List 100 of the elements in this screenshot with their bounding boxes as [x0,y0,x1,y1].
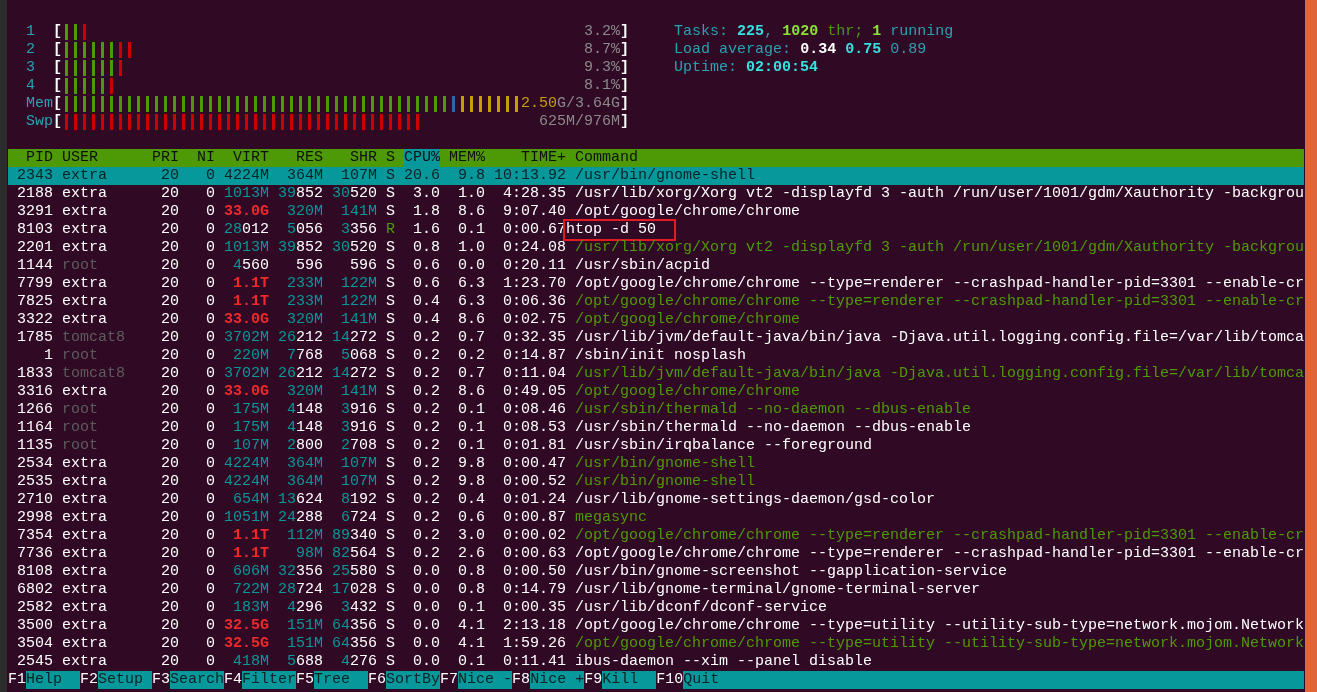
priority-cell-text: 20 [160,599,179,617]
process-row[interactable]: 1266 root 20 0 175M 4148 3916 S 0.2 0.1 0:08.46 /usr/sbin/thermald --no-daemon --dbus-enable [8,401,1305,419]
nice-cell-text: 0 [205,617,215,635]
process-row[interactable]: 7825 extra 20 0 1.1T 233M 122M S 0.4 6.3 0:06.36 /opt/google/chrome/chrome --type=renderer --crashpad-handler-pid=3301 --enable-cr [8,293,1305,311]
process-row[interactable]: 2343 extra 20 0 4224M 364M 107M S 20.6 9.8 10:13.92 /usr/bin/gnome-shell [8,167,1305,185]
time-cell-text: 0:08.46 [502,401,566,419]
process-row[interactable]: 3504 extra 20 0 32.5G 151M 64356 S 0.0 4.1 1:59.26 /opt/google/chrome/chrome --type=utility --utility-sub-type=network.mojom.Network [8,635,1305,653]
nice-cell-text: 0 [205,167,215,185]
res-cell-text: 7768 [285,347,323,365]
user-cell-text: extra [62,383,108,401]
virt-cell-text: 1.1T [232,275,269,293]
shr-cell-text: 141M [340,311,377,329]
shr-cell-text: 3916 [339,401,377,419]
time-cell-text: 0:24.08 [502,239,566,257]
mem-cell-text: 9.8 [457,167,485,185]
process-row[interactable]: 3500 extra 20 0 32.5G 151M 64356 S 0.0 4.1 2:13.18 /opt/google/chrome/chrome --type=utility --utility-sub-type=network.mojom.Network [8,617,1305,635]
state-cell: S [386,311,395,329]
cpu-cell-text: 0.0 [412,581,440,599]
column-header[interactable]: SHR [332,149,377,167]
user-cell-text: extra [62,473,108,491]
mem-cell-text: 9.8 [457,455,485,473]
res-cell-text: 320M [286,383,323,401]
process-row[interactable]: 1785 tomcat8 20 0 3702M 26212 14272 S 0.2 0.7 0:32.35 /usr/lib/jvm/default-java/bin/java -Djava.util.logging.config.file=/var/lib/tomca [8,329,1305,347]
process-row[interactable]: 1164 root 20 0 175M 4148 3916 S 0.2 0.1 0:08.53 /usr/sbin/thermald --no-daemon --dbus-enable [8,419,1305,437]
priority-cell-text: 20 [160,167,179,185]
process-row[interactable]: 2188 extra 20 0 1013M 39852 30520 S 3.0 1.0 4:28.35 /usr/lib/xorg/Xorg vt2 -displayfd 3 -auth /run/user/1001/gdm/Xauthority -backgrou [8,185,1305,203]
command-cell: htop -d 50 [566,221,656,238]
bracket: ] [620,95,630,113]
priority-cell-text: 20 [160,563,179,581]
time-cell-text: 0:06.36 [502,293,566,311]
virt-cell-text: 606M [232,563,269,581]
pid-cell-text: 7825 [16,293,53,311]
res-cell-text: 4148 [285,419,323,437]
user-cell-text: extra [62,185,108,203]
process-row[interactable]: 2582 extra 20 0 183M 4296 3432 S 0.0 0.1 0:00.35 /usr/lib/dconf/dconf-service [8,599,1305,617]
shr-cell: 64356 [332,617,377,635]
process-row[interactable]: 2710 extra 20 0 654M 13624 8192 S 0.2 0.4 0:01.24 /usr/lib/gnome-settings-daemon/gsd-color [8,491,1305,509]
process-row[interactable]: 2998 extra 20 0 1051M 24288 6724 S 0.2 0.6 0:00.87 megasync [8,509,1305,527]
user-cell-text: root [62,347,99,365]
command-cell: /opt/google/chrome/chrome --type=utility --utility-sub-type=network.mojom.Network [575,635,1305,653]
pid-cell-text: 2710 [16,491,53,509]
cpu-cell-text: 1.8 [412,203,440,221]
process-row[interactable]: 3322 extra 20 0 33.0G 320M 141M S 0.4 8.6 0:02.75 /opt/google/chrome/chrome [8,311,1305,329]
state-cell: S [386,329,395,347]
shr-cell-text: 2708 [339,437,377,455]
process-row[interactable]: 1135 root 20 0 107M 2800 2708 S 0.2 0.1 0:01.81 /usr/sbin/irqbalance --foreground [8,437,1305,455]
cpu-cell-text: 0.2 [412,473,440,491]
process-row[interactable]: 3316 extra 20 0 33.0G 320M 141M S 0.2 8.6 0:49.05 /opt/google/chrome/chrome [8,383,1305,401]
user-cell-text: extra [62,527,108,545]
process-row[interactable]: 7736 extra 20 0 1.1T 98M 82564 S 0.2 2.6 0:00.63 /opt/google/chrome/chrome --type=renderer --crashpad-handler-pid=3301 --enable-cr [8,545,1305,563]
state-cell: S [386,563,395,581]
process-row[interactable]: 7354 extra 20 0 1.1T 112M 89340 S 0.2 3.0 0:00.02 /opt/google/chrome/chrome --type=renderer --crashpad-handler-pid=3301 --enable-cr [8,527,1305,545]
process-row[interactable]: 2545 extra 20 0 418M 5688 4276 S 0.0 0.1 0:11.41 ibus-daemon --xim --panel disable [8,653,1305,671]
virt-cell: 4224M [224,473,269,491]
time-cell-text: 0:00.67 [502,221,566,239]
process-row[interactable]: 3291 extra 20 0 33.0G 320M 141M S 1.8 8.6 9:07.40 /opt/google/chrome/chrome [8,203,1305,221]
virt-cell: 1013M [224,239,269,257]
process-row[interactable]: 6802 extra 20 0 722M 28724 17028 S 0.0 0.8 0:14.79 /usr/lib/gnome-terminal/gnome-terminal-server [8,581,1305,599]
process-row[interactable]: 8103 extra 20 0 28012 5056 3356 R 1.6 0.1 0:00.67 htop -d 50 [8,221,1305,239]
mem-cell-text: 1.0 [457,185,485,203]
column-header[interactable]: NI [188,149,215,167]
shr-cell: 89340 [332,527,377,545]
process-row[interactable]: 7799 extra 20 0 1.1T 233M 122M S 0.6 6.3 1:23.70 /opt/google/chrome/chrome --type=renderer --crashpad-handler-pid=3301 --enable-cr [8,275,1305,293]
process-row[interactable]: 1 root 20 0 220M 7768 5068 S 0.2 0.2 0:14.87 /sbin/init nosplash [8,347,1305,365]
state-cell: S [386,167,395,185]
state-cell: S [386,419,395,437]
pid-cell-text: 6802 [16,581,53,599]
nice-cell-text: 0 [205,329,215,347]
column-header[interactable]: VIRT [224,149,269,167]
process-row[interactable]: 2201 extra 20 0 1013M 39852 30520 S 0.8 1.0 0:24.08 /usr/lib/xorg/Xorg vt2 -displayfd 3 -auth /run/user/1001/gdm/Xauthority -backgrou [8,239,1305,257]
nice-cell-text: 0 [205,635,215,653]
state-cell: S [386,599,395,617]
column-header[interactable]: CPU% [404,149,440,167]
res-cell-text: 320M [286,203,323,221]
command-cell: /usr/lib/dconf/dconf-service [575,599,828,617]
mem-cell-text: 0.1 [457,437,485,455]
mem-cell-text: 0.1 [457,221,485,239]
column-header[interactable]: PRI [152,149,179,167]
user-cell-text: root [62,419,99,437]
process-row[interactable]: 1144 root 20 0 4560 596 596 S 0.6 0.0 0:20.11 /usr/sbin/acpid [8,257,1305,275]
column-header[interactable]: MEM% [449,149,485,167]
column-header[interactable]: Command [575,149,638,167]
shr-cell: 25580 [332,563,377,581]
column-header[interactable]: TIME+ [494,149,566,167]
column-header[interactable]: RES [278,149,323,167]
virt-cell: 32.5G [224,617,269,635]
load-average: Load average: 0.34 0.75 0.89 [674,41,927,59]
column-header[interactable]: S [386,149,395,167]
process-row[interactable]: 1833 tomcat8 20 0 3702M 26212 14272 S 0.2 0.7 0:11.04 /usr/lib/jvm/default-java/bin/java -Djava.util.logging.config.file=/var/lib/tomca [8,365,1305,383]
column-header[interactable]: PID [8,149,53,167]
user-cell-text: extra [62,545,108,563]
process-row[interactable]: 8108 extra 20 0 606M 32356 25580 S 0.0 0.8 0:00.50 /usr/bin/gnome-screenshot --gapplication-service [8,563,1305,581]
column-header[interactable]: USER [62,149,143,167]
state-cell: S [386,257,395,275]
process-row[interactable]: 2534 extra 20 0 4224M 364M 107M S 0.2 9.8 0:00.47 /usr/bin/gnome-shell [8,455,1305,473]
process-row[interactable]: 2535 extra 20 0 4224M 364M 107M S 0.2 9.8 0:00.52 /usr/bin/gnome-shell [8,473,1305,491]
res-cell: 13624 [278,491,323,509]
priority-cell-text: 20 [160,239,179,257]
meter-label: 1 [26,23,36,41]
time-cell-text: 0:02.75 [502,311,566,329]
